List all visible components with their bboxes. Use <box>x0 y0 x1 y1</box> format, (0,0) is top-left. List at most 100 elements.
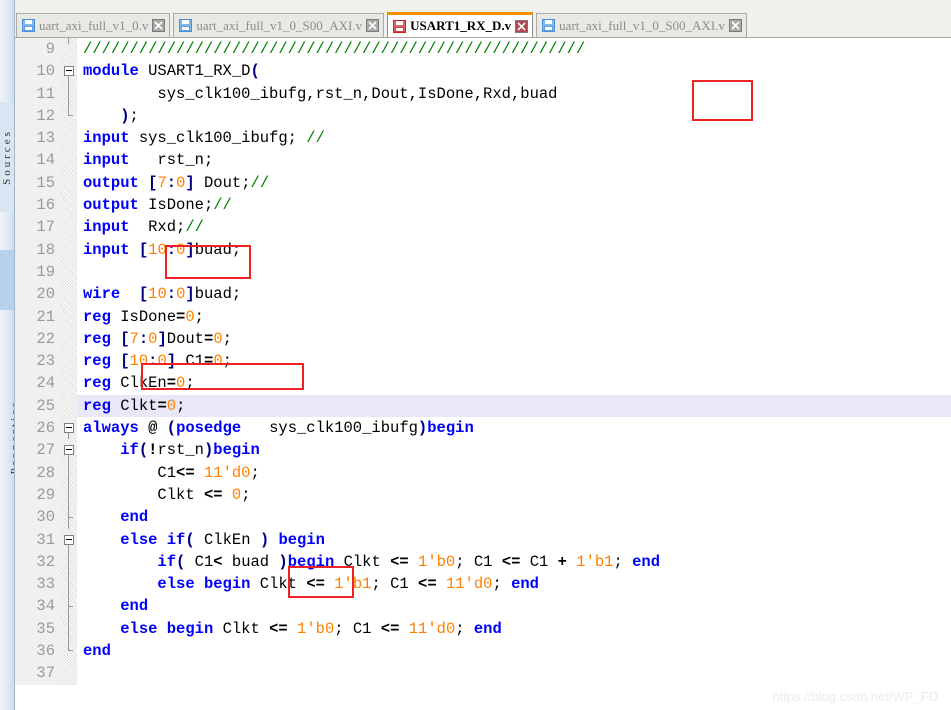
code-text[interactable]: wire [10:0]buad; <box>77 283 951 305</box>
fold-margin[interactable] <box>61 305 77 328</box>
editor-tab[interactable]: uart_axi_full_v1_0.v <box>16 13 171 37</box>
editor-tab[interactable]: uart_axi_full_v1_0_S00_AXI.v <box>173 13 385 37</box>
left-dock-strip[interactable]: Sources Properties <box>0 0 15 710</box>
code-text[interactable]: reg [7:0]Dout=0; <box>77 328 951 350</box>
code-line[interactable]: 33 else begin Clkt <= 1'b1; C1 <= 11'd0;… <box>15 573 951 596</box>
code-line[interactable]: 10 module USART1_RX_D( <box>15 60 951 84</box>
fold-margin[interactable] <box>61 171 77 195</box>
close-icon[interactable] <box>152 19 166 32</box>
code-line[interactable]: 37 <box>15 662 951 685</box>
fold-margin[interactable] <box>61 595 77 618</box>
fold-margin[interactable] <box>61 617 77 641</box>
fold-margin[interactable] <box>61 238 77 261</box>
code-line[interactable]: 22 reg [7:0]Dout=0; <box>15 327 951 351</box>
code-line[interactable]: 28 C1<= 11'd0; <box>15 461 951 484</box>
code-line[interactable]: 19 <box>15 260 951 284</box>
code-text[interactable]: reg Clkt=0; <box>77 395 951 417</box>
code-line[interactable]: 14 input rst_n; <box>15 149 951 172</box>
code-lines[interactable]: 9 ///////////////////////////////////////… <box>15 38 951 685</box>
code-text[interactable]: else begin Clkt <= 1'b0; C1 <= 11'd0; en… <box>77 618 951 640</box>
code-text[interactable]: input [10:0]buad; <box>77 239 951 261</box>
code-text[interactable]: if( C1< buad )begin Clkt <= 1'b0; C1 <= … <box>77 551 951 573</box>
fold-margin[interactable] <box>61 439 77 463</box>
fold-margin[interactable] <box>61 573 77 596</box>
fold-margin[interactable] <box>61 82 77 105</box>
fold-margin[interactable] <box>61 506 77 529</box>
fold-margin[interactable] <box>61 550 77 574</box>
left-dock-tab-sources[interactable]: Sources <box>0 102 14 212</box>
fold-margin[interactable] <box>61 149 77 172</box>
code-line[interactable]: 29 Clkt <= 0; <box>15 483 951 507</box>
fold-margin[interactable] <box>61 60 77 84</box>
fold-margin[interactable] <box>61 104 77 128</box>
code-text[interactable]: input Rxd;// <box>77 216 951 238</box>
close-icon[interactable] <box>366 19 380 32</box>
code-line[interactable]: 13 input sys_clk100_ibufg; // <box>15 127 951 150</box>
code-line[interactable]: 26 always @ (posedge sys_clk100_ibufg)beg… <box>15 417 951 441</box>
code-text[interactable]: C1<= 11'd0; <box>77 462 951 484</box>
code-text[interactable]: always @ (posedge sys_clk100_ibufg)begin <box>77 417 951 439</box>
fold-margin[interactable] <box>61 394 77 418</box>
code-line[interactable]: 11 sys_clk100_ibufg,rst_n,Dout,IsDone,Rx… <box>15 82 951 105</box>
code-text[interactable]: if(!rst_n)begin <box>77 439 951 461</box>
fold-margin[interactable] <box>61 283 77 306</box>
fold-margin[interactable] <box>61 483 77 507</box>
code-line[interactable]: 18 input [10:0]buad; <box>15 238 951 261</box>
code-line[interactable]: 30 end <box>15 506 951 529</box>
fold-margin[interactable] <box>61 662 77 685</box>
code-text[interactable]: end <box>77 506 951 528</box>
code-text[interactable]: ); <box>77 105 951 127</box>
code-line[interactable]: 17 input Rxd;// <box>15 216 951 239</box>
code-line[interactable]: 21 reg IsDone=0; <box>15 305 951 328</box>
code-line[interactable]: 20 wire [10:0]buad; <box>15 283 951 306</box>
left-dock-tab-properties[interactable]: Properties <box>8 382 14 492</box>
fold-margin[interactable] <box>61 372 77 395</box>
fold-margin[interactable] <box>61 38 77 61</box>
code-line[interactable]: 15 output [7:0] Dout;// <box>15 171 951 195</box>
code-text[interactable]: module USART1_RX_D( <box>77 60 951 82</box>
fold-margin[interactable] <box>61 461 77 484</box>
code-editor[interactable]: 9 ///////////////////////////////////////… <box>14 38 951 710</box>
code-line[interactable]: 32 if( C1< buad )begin Clkt <= 1'b0; C1 … <box>15 550 951 574</box>
fold-margin[interactable] <box>61 127 77 150</box>
code-line[interactable]: 34 end <box>15 595 951 618</box>
code-line[interactable]: 27 if(!rst_n)begin <box>15 439 951 463</box>
code-text[interactable]: output [7:0] Dout;// <box>77 172 951 194</box>
code-text[interactable]: else begin Clkt <= 1'b1; C1 <= 11'd0; en… <box>77 573 951 595</box>
code-text[interactable]: reg IsDone=0; <box>77 306 951 328</box>
code-line[interactable]: 12 ); <box>15 104 951 128</box>
code-text[interactable]: else if( ClkEn ) begin <box>77 529 951 551</box>
code-line[interactable]: 35 else begin Clkt <= 1'b0; C1 <= 11'd0;… <box>15 617 951 641</box>
code-line[interactable]: 16 output IsDone;// <box>15 194 951 217</box>
fold-margin[interactable] <box>61 327 77 351</box>
code-text[interactable] <box>77 662 951 684</box>
code-text[interactable] <box>77 261 951 283</box>
editor-tab-active[interactable]: USART1_RX_D.v <box>387 12 534 37</box>
code-text[interactable]: reg [10:0] C1=0; <box>77 350 951 372</box>
fold-margin[interactable] <box>61 216 77 239</box>
code-text[interactable]: reg ClkEn=0; <box>77 372 951 394</box>
fold-margin[interactable] <box>61 528 77 552</box>
code-text[interactable]: Clkt <= 0; <box>77 484 951 506</box>
code-line[interactable]: 24 reg ClkEn=0; <box>15 372 951 395</box>
code-text[interactable]: input rst_n; <box>77 149 951 171</box>
code-line[interactable]: 9 ///////////////////////////////////////… <box>15 38 951 61</box>
fold-margin[interactable] <box>61 350 77 373</box>
close-icon[interactable] <box>728 19 742 32</box>
fold-margin[interactable] <box>61 194 77 217</box>
close-icon[interactable] <box>515 19 529 33</box>
fold-margin[interactable] <box>61 260 77 284</box>
code-text[interactable]: end <box>77 640 951 662</box>
code-text[interactable]: input sys_clk100_ibufg; // <box>77 127 951 149</box>
code-line[interactable]: 25 reg Clkt=0; <box>15 394 951 418</box>
code-text[interactable]: sys_clk100_ibufg,rst_n,Dout,IsDone,Rxd,b… <box>77 83 951 105</box>
code-line[interactable]: 31 else if( ClkEn ) begin <box>15 528 951 552</box>
code-text[interactable]: output IsDone;// <box>77 194 951 216</box>
fold-margin[interactable] <box>61 640 77 663</box>
code-line[interactable]: 36 end <box>15 640 951 663</box>
code-text[interactable]: end <box>77 595 951 617</box>
code-line[interactable]: 23 reg [10:0] C1=0; <box>15 350 951 373</box>
editor-tab[interactable]: uart_axi_full_v1_0_S00_AXI.v <box>536 13 747 37</box>
fold-margin[interactable] <box>61 417 77 441</box>
code-text[interactable]: ////////////////////////////////////////… <box>77 38 951 60</box>
